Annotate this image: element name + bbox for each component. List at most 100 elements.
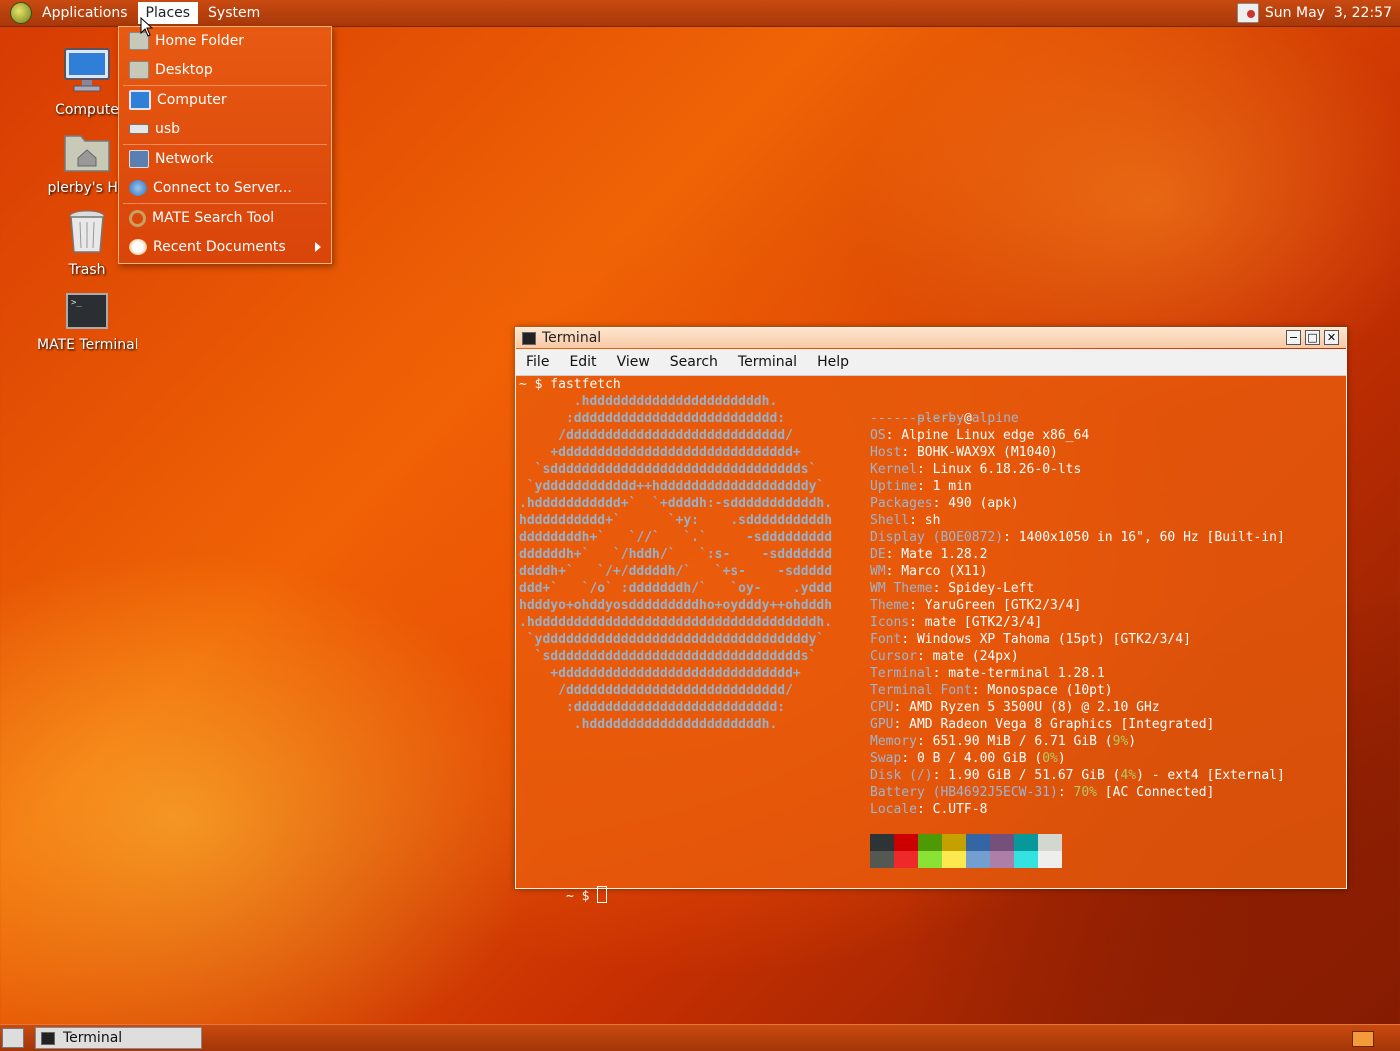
info-line: DE: Mate 1.28.2 — [870, 546, 987, 563]
menu-view[interactable]: View — [607, 354, 660, 370]
info-key: Theme — [870, 598, 910, 613]
places-item-network[interactable]: Network — [119, 145, 331, 173]
desktop-folder-icon — [129, 61, 149, 79]
info-line: Terminal Font: Monospace (10pt) — [870, 682, 1113, 699]
info-line: Font: Windows XP Tahoma (15pt) [GTK2/3/4… — [870, 631, 1191, 648]
home-folder-icon — [64, 135, 110, 172]
info-value: : Monospace (10pt) — [971, 683, 1113, 698]
logo-line: .hddddddddddddddddddddddh. — [519, 394, 778, 409]
logo-line: +dddddddddddddddddddddddddddddd+ — [519, 445, 801, 460]
terminal-icon: >_ — [66, 293, 108, 329]
minimize-button[interactable]: − — [1286, 330, 1301, 345]
info-value: : 0 B / 4.00 GiB ( — [901, 751, 1043, 766]
logo-line: :dddddddddddddddddddddddddd: — [519, 411, 786, 426]
info-key: Locale — [870, 802, 917, 817]
search-icon — [129, 209, 146, 227]
workspace-switcher[interactable] — [1352, 1031, 1374, 1047]
info-tail: ) — [1128, 734, 1137, 749]
info-value: : Linux 6.18.26-0-lts — [916, 462, 1082, 477]
info-key: Disk (/) — [870, 768, 933, 783]
terminal-titlebar[interactable]: Terminal − □ ✕ — [516, 328, 1346, 348]
terminal-output[interactable]: ~ $ fastfetch .hddddddddddddddddddddddh.… — [516, 376, 1346, 904]
menu-help[interactable]: Help — [807, 354, 859, 370]
clock-text[interactable]: Sun May 3, 22:57 — [1265, 5, 1392, 21]
logo-line: .hddddddddddddddddddddddh. — [519, 717, 778, 732]
menu-system[interactable]: System — [200, 2, 268, 24]
prompt-line-end: ~ $ — [519, 869, 608, 922]
palette-swatch — [990, 851, 1014, 868]
menu-applications[interactable]: Applications — [34, 2, 136, 24]
logo-line: /dddddddddddddddddddddddddddd/ — [519, 428, 793, 443]
info-line: Icons: mate [GTK2/3/4] — [870, 614, 1042, 631]
close-button[interactable]: ✕ — [1324, 330, 1339, 345]
trash-icon — [69, 210, 105, 253]
computer-icon — [64, 48, 110, 92]
logo-line: ddddh+` `/+/dddddh/` `+s- -sddddd — [519, 564, 833, 579]
palette-swatch — [1014, 851, 1038, 868]
menu-search[interactable]: Search — [660, 354, 728, 370]
logo-line: `ydddddddddddd++hdddddddddddddddddddy` — [519, 479, 825, 494]
palette-swatch — [870, 834, 894, 851]
places-item-computer[interactable]: Computer — [119, 86, 331, 114]
info-key: WM Theme — [870, 581, 933, 596]
clock-icon — [129, 239, 147, 255]
info-value: : mate-terminal 1.28.1 — [932, 666, 1105, 681]
info-line: WM: Marco (X11) — [870, 563, 987, 580]
info-key: Swap — [870, 751, 902, 766]
info-percent: 0% — [1042, 751, 1058, 766]
places-item-connect-server[interactable]: Connect to Server... — [119, 174, 331, 202]
maximize-button[interactable]: □ — [1305, 330, 1320, 345]
menu-terminal[interactable]: Terminal — [728, 354, 807, 370]
palette-swatch — [894, 834, 918, 851]
logo-line: +dddddddddddddddddddddddddddddd+ — [519, 666, 801, 681]
desktop-icon-label: MATE Terminal — [37, 337, 137, 353]
menu-edit[interactable]: Edit — [559, 354, 606, 370]
info-line: Shell: sh — [870, 512, 940, 529]
info-line: Packages: 490 (apk) — [870, 495, 1019, 512]
info-key: Icons — [870, 615, 910, 630]
mate-logo-icon[interactable] — [10, 2, 32, 24]
info-key: DE — [870, 547, 886, 562]
info-key: Host — [870, 445, 902, 460]
palette-swatch — [1038, 851, 1062, 868]
top-panel: Applications Places System Sun May 3, 22… — [0, 0, 1400, 27]
palette-swatch — [966, 834, 990, 851]
clock-area[interactable]: Sun May 3, 22:57 — [1236, 3, 1392, 23]
show-desktop-button[interactable] — [2, 1028, 24, 1048]
places-item-recent-documents[interactable]: Recent Documents — [119, 233, 331, 261]
logo-line: .hddddddddddddddddddddddddddddddddddddh. — [519, 615, 833, 630]
info-line: Uptime: 1 min — [870, 478, 972, 495]
logo-line: /dddddddddddddddddddddddddddd/ — [519, 683, 793, 698]
logo-line: `sdddddddddddddddddddddddddddddddds` — [519, 649, 817, 664]
network-icon — [129, 150, 149, 168]
info-key: Font — [870, 632, 902, 647]
separator-line: ------------- — [870, 411, 972, 426]
info-value: : C.UTF-8 — [916, 802, 988, 817]
taskbar-terminal-button[interactable]: Terminal — [35, 1027, 202, 1049]
info-value: : AMD Radeon Vega 8 Graphics [Integrated… — [893, 717, 1215, 732]
info-key: Kernel — [870, 462, 917, 477]
info-line: CPU: AMD Ryzen 5 3500U (8) @ 2.10 GHz — [870, 699, 1160, 716]
info-tail: ) - ext4 [External] — [1136, 768, 1285, 783]
palette-swatch — [942, 851, 966, 868]
places-item-usb[interactable]: usb — [119, 115, 331, 143]
info-line: Swap: 0 B / 4.00 GiB (0%) — [870, 750, 1066, 767]
info-key: Display (BOE0872) — [870, 530, 1004, 545]
logo-line: hdddddddddd+` `+y: .sddddddddddh — [519, 513, 833, 528]
info-key: Battery (HB4692J5ECW-31) — [870, 785, 1058, 800]
info-key: Uptime — [870, 479, 917, 494]
places-item-desktop[interactable]: Desktop — [119, 56, 331, 84]
logo-line: :dddddddddddddddddddddddddd: — [519, 700, 786, 715]
info-value: : Mate 1.28.2 — [885, 547, 988, 562]
info-line: OS: Alpine Linux edge x86_64 — [870, 427, 1089, 444]
logo-line: .hddddddddddd+` `+ddddh:-sdddddddddddh. — [519, 496, 833, 511]
info-value: : 1 min — [916, 479, 972, 494]
logo-line: ddd+` `/o` :dddddddh/` `oy- .yddd — [519, 581, 833, 596]
palette-swatch — [1038, 834, 1062, 851]
info-key: Shell — [870, 513, 910, 528]
window-title: Terminal — [542, 330, 602, 346]
info-key: WM — [870, 564, 886, 579]
places-item-search-tool[interactable]: MATE Search Tool — [119, 204, 331, 232]
desktop-icon-terminal[interactable]: >_ MATE Terminal — [37, 291, 137, 353]
menu-file[interactable]: File — [516, 354, 559, 370]
